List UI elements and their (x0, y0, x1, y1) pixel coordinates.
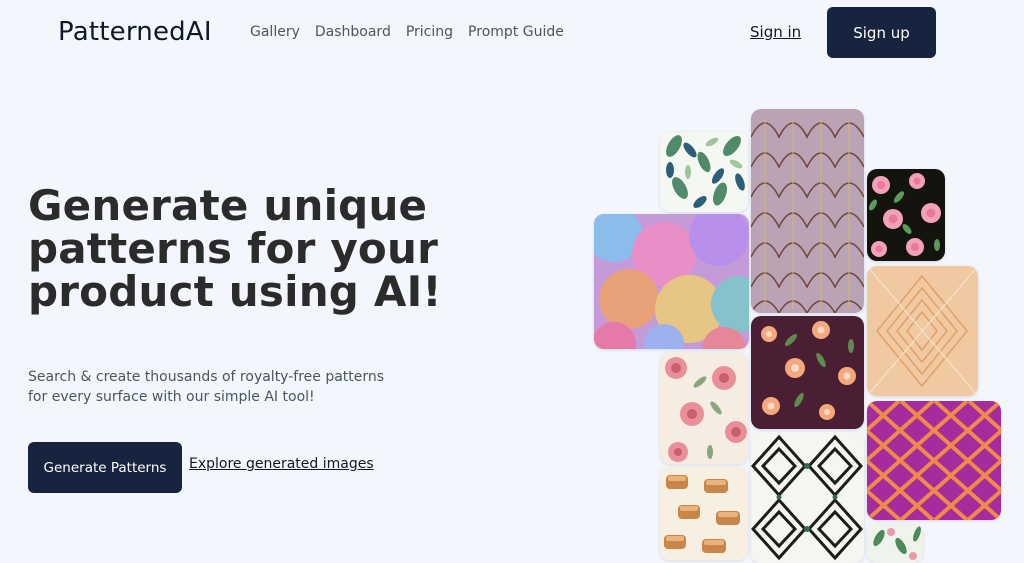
hero-title-line: product using AI! (28, 267, 442, 316)
pattern-tile-leaves[interactable] (660, 132, 748, 212)
pattern-tile-bubbles[interactable] (594, 214, 749, 349)
pattern-tile-roses-cream[interactable] (660, 352, 748, 464)
pattern-tile-floral-burgundy[interactable] (751, 316, 864, 429)
pattern-tile-art-deco[interactable] (751, 109, 864, 313)
hero-subtitle-line: for every surface with our simple AI too… (28, 389, 315, 405)
pattern-tile-diamond-purple[interactable] (867, 401, 1001, 520)
hero-subtitle: Search & create thousands of royalty-fre… (28, 367, 408, 407)
pattern-tile-ogee-black-white[interactable] (751, 432, 864, 563)
main-nav: Gallery Dashboard Pricing Prompt Guide (250, 24, 564, 40)
nav-pricing[interactable]: Pricing (406, 24, 453, 40)
hero-subtitle-line: Search & create thousands of royalty-fre… (28, 369, 385, 385)
pattern-tile-leaves-small[interactable] (867, 524, 923, 563)
hero-title: Generate unique patterns for your produc… (28, 184, 448, 313)
sign-in-link[interactable]: Sign in (750, 23, 801, 41)
hero-title-line: Generate unique (28, 181, 428, 230)
logo[interactable]: PatternedAI (58, 17, 212, 47)
pattern-tile-geometric-beige[interactable] (867, 266, 978, 396)
site-header: PatternedAI Gallery Dashboard Pricing Pr… (0, 0, 1024, 64)
nav-dashboard[interactable]: Dashboard (315, 24, 391, 40)
pattern-tile-pastries[interactable] (660, 467, 748, 560)
nav-gallery[interactable]: Gallery (250, 24, 300, 40)
sign-up-button[interactable]: Sign up (827, 7, 936, 58)
hero-title-line: patterns for your (28, 224, 438, 273)
nav-prompt-guide[interactable]: Prompt Guide (468, 24, 564, 40)
generate-patterns-button[interactable]: Generate Patterns (28, 442, 182, 493)
explore-images-link[interactable]: Explore generated images (189, 456, 374, 472)
pattern-tile-roses-dark[interactable] (867, 169, 945, 261)
